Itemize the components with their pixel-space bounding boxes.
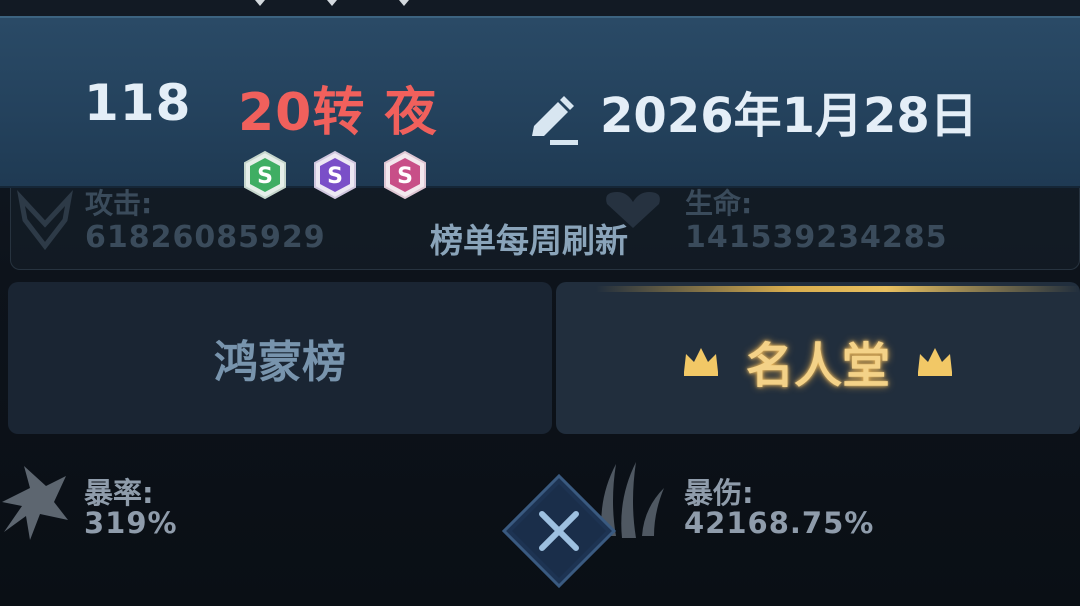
crit-rate-value: 319% bbox=[84, 506, 178, 540]
tab-hall-of-fame[interactable]: 名人堂 bbox=[556, 282, 1080, 434]
crit-burst-icon bbox=[2, 466, 68, 540]
attack-label: 攻击: bbox=[85, 187, 153, 220]
hp-label: 生命: bbox=[685, 187, 753, 220]
crit-damage-value: 42168.75% bbox=[684, 506, 875, 540]
pink-s-badge-icon: S bbox=[380, 150, 430, 200]
svg-text:S: S bbox=[397, 164, 413, 189]
tab-hall-of-fame-label: 名人堂 bbox=[745, 338, 890, 394]
pencil-edit-icon[interactable] bbox=[524, 96, 580, 146]
date-text: 2026年1月28日 bbox=[600, 88, 978, 144]
crown-icon bbox=[683, 348, 718, 376]
svg-text:S: S bbox=[327, 164, 343, 189]
close-button[interactable] bbox=[502, 474, 616, 588]
leaderboard-screen: 攻击: 61826085929 生命: 141539234285 榜单每周刷新 … bbox=[0, 0, 1080, 606]
attack-value: 61826085929 bbox=[85, 220, 326, 255]
sword-shield-icon bbox=[17, 190, 73, 251]
svg-text:S: S bbox=[257, 164, 273, 189]
player-banner: 118 20转 夜 S S S 2026年1月28日 bbox=[0, 16, 1080, 200]
hp-value: 141539234285 bbox=[685, 220, 948, 255]
arrow-decoration-icon bbox=[250, 0, 270, 6]
arrow-decoration-icon bbox=[394, 0, 414, 6]
tab-hongmeng-ranking[interactable]: 鸿蒙榜 bbox=[8, 282, 552, 434]
crown-icon bbox=[918, 348, 952, 376]
arrow-decoration-icon bbox=[322, 0, 342, 6]
rank-number: 118 bbox=[84, 74, 192, 132]
tab-hongmeng-label: 鸿蒙榜 bbox=[214, 337, 346, 388]
purple-s-badge-icon: S bbox=[310, 150, 360, 200]
player-name: 20转 夜 bbox=[238, 83, 438, 143]
top-decoration bbox=[250, 0, 414, 6]
weekly-refresh-notice: 榜单每周刷新 bbox=[430, 221, 628, 260]
green-s-badge-icon: S bbox=[240, 150, 290, 200]
badge-list: S S S bbox=[240, 150, 430, 200]
